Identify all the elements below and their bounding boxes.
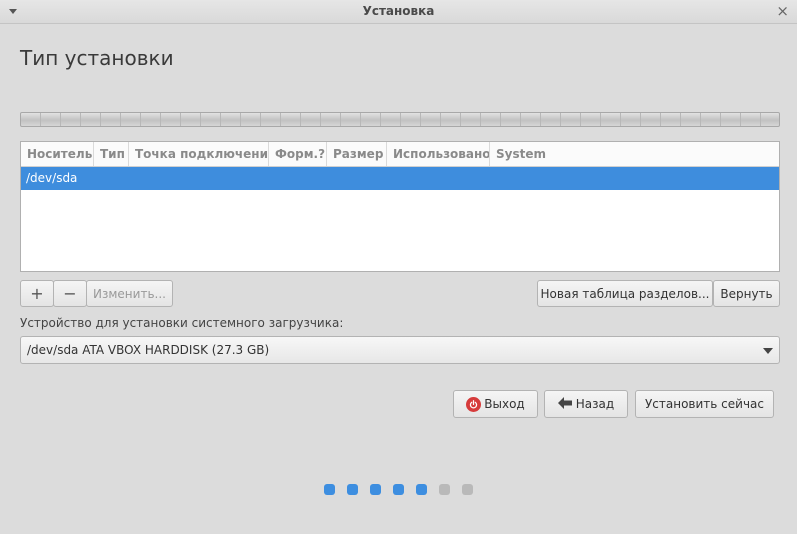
partition-bar: [20, 112, 780, 127]
plus-icon: +: [30, 284, 44, 303]
bootloader-device-value: /dev/sda ATA VBOX HARDDISK (27.3 GB): [27, 343, 270, 357]
window-titlebar: Установка ×: [0, 0, 797, 24]
column-header-size[interactable]: Размер: [327, 142, 387, 166]
column-header-device[interactable]: Носитель: [21, 142, 94, 166]
step-dot-complete: [393, 484, 404, 495]
change-partition-button[interactable]: Изменить...: [86, 280, 173, 307]
new-partition-table-button[interactable]: Новая таблица разделов...: [537, 280, 713, 307]
back-button-label: Назад: [575, 397, 615, 411]
column-header-mount-point[interactable]: Точка подключения: [129, 142, 269, 166]
step-dot-complete: [324, 484, 335, 495]
add-partition-button[interactable]: +: [20, 280, 54, 307]
table-header: Носитель Тип Точка подключения Форм.? Ра…: [21, 142, 779, 167]
back-button[interactable]: Назад: [544, 390, 628, 418]
revert-button[interactable]: Вернуть: [713, 280, 780, 307]
revert-button-label: Вернуть: [720, 286, 773, 301]
column-header-type[interactable]: Тип: [94, 142, 129, 166]
quit-button-label: Выход: [484, 397, 525, 411]
chevron-down-icon: [763, 348, 773, 354]
window-title: Установка: [362, 4, 435, 18]
new-table-button-label: Новая таблица разделов...: [540, 286, 710, 301]
table-cell-device: /dev/sda: [26, 171, 78, 185]
step-dot-complete: [416, 484, 427, 495]
step-dot-complete: [347, 484, 358, 495]
step-dot-pending: [462, 484, 473, 495]
column-header-format[interactable]: Форм.?: [269, 142, 327, 166]
minus-icon: −: [63, 284, 77, 303]
change-button-label: Изменить...: [93, 286, 166, 301]
arrow-left-icon: [557, 396, 572, 412]
table-row[interactable]: /dev/sda: [21, 167, 779, 190]
page-title: Тип установки: [20, 46, 174, 70]
partition-table[interactable]: Носитель Тип Точка подключения Форм.? Ра…: [20, 141, 780, 272]
column-header-system[interactable]: System: [490, 142, 779, 166]
bootloader-device-select[interactable]: /dev/sda ATA VBOX HARDDISK (27.3 GB): [20, 336, 780, 364]
power-icon: [466, 396, 482, 412]
column-header-used[interactable]: Использовано: [387, 142, 490, 166]
install-button-label: Установить сейчас: [644, 397, 764, 411]
step-dot-pending: [439, 484, 450, 495]
quit-button[interactable]: Выход: [453, 390, 538, 418]
install-now-button[interactable]: Установить сейчас: [635, 390, 774, 418]
step-dot-complete: [370, 484, 381, 495]
close-icon[interactable]: ×: [776, 2, 789, 20]
remove-partition-button[interactable]: −: [53, 280, 87, 307]
step-indicator: [324, 484, 473, 495]
bootloader-device-label: Устройство для установки системного загр…: [20, 316, 344, 330]
